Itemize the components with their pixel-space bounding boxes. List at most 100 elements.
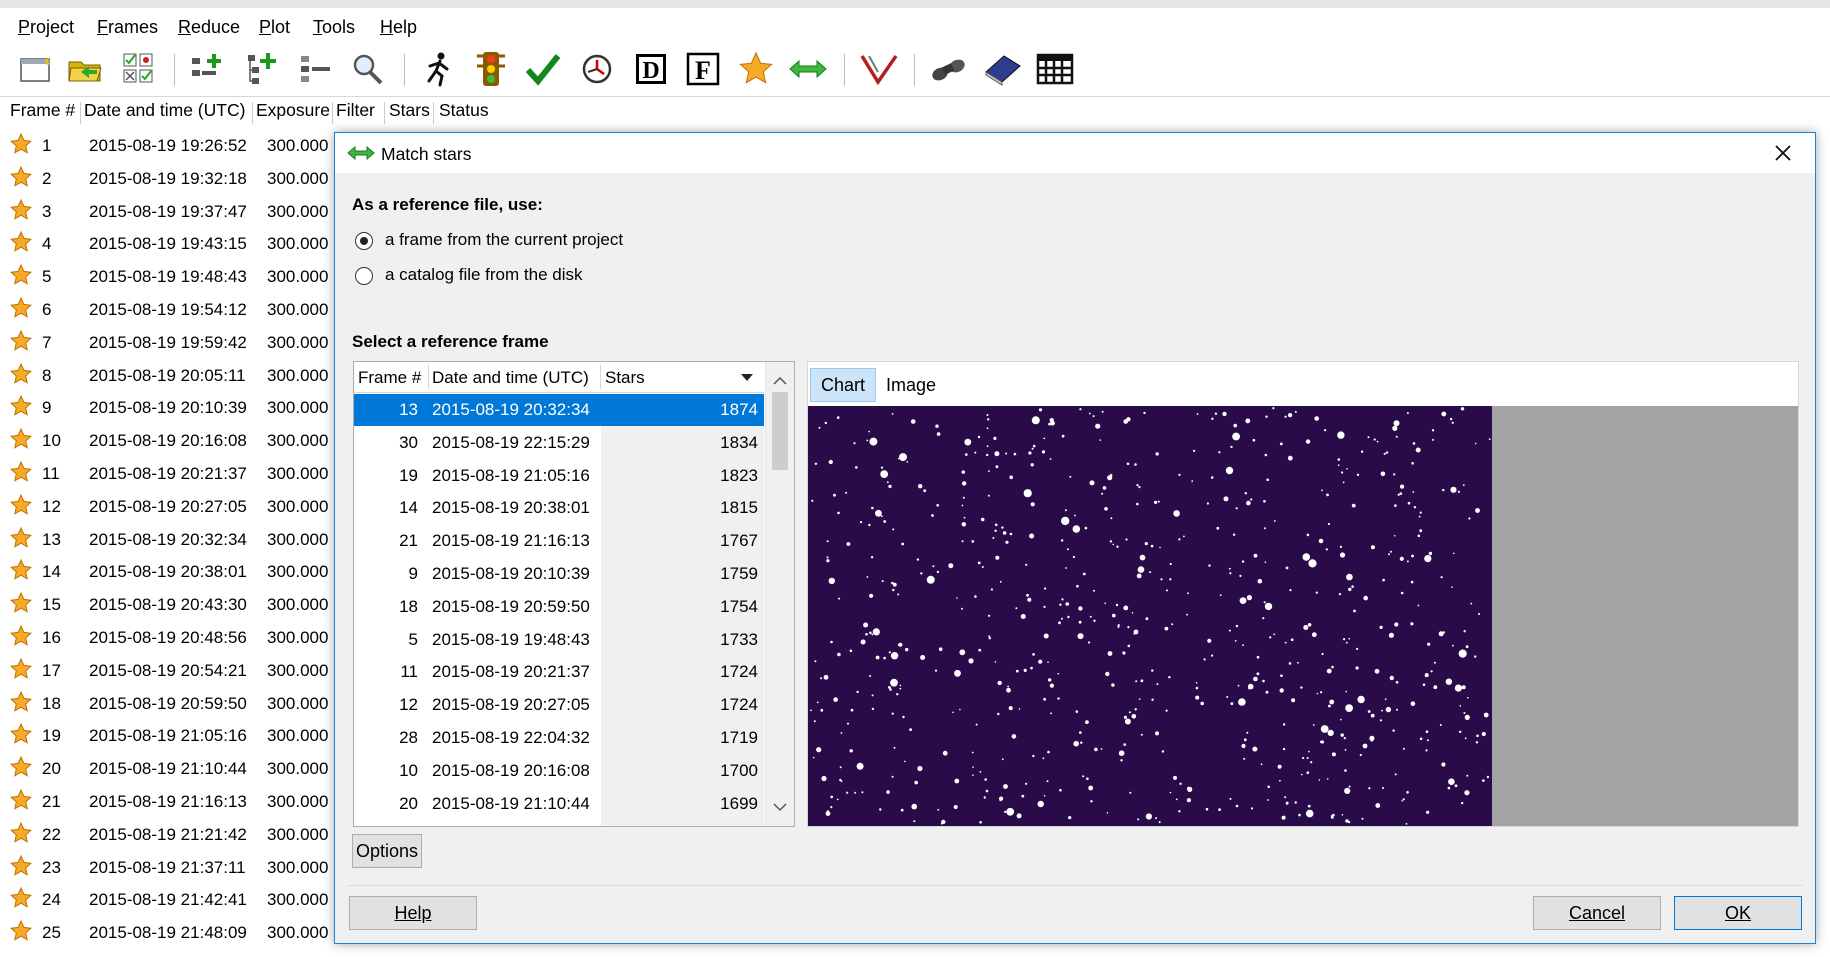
- new-project-icon[interactable]: [14, 50, 56, 88]
- list-header-stars[interactable]: Stars: [605, 368, 645, 388]
- table-row[interactable]: 16 2015-08-19 20:48:56 300.000: [0, 622, 340, 654]
- column-header-date[interactable]: Date and time (UTC): [84, 100, 245, 126]
- menu-reduce[interactable]: Reduce: [178, 17, 240, 38]
- ok-button[interactable]: OK: [1674, 896, 1802, 930]
- column-header-exposure[interactable]: Exposure: [256, 100, 330, 126]
- table-row[interactable]: 4 2015-08-19 19:43:15 300.000: [0, 228, 340, 260]
- help-button[interactable]: Help: [349, 896, 477, 930]
- menu-tools[interactable]: Tools: [313, 17, 355, 38]
- menu-frames[interactable]: Frames: [97, 17, 158, 38]
- table-row[interactable]: 13 2015-08-19 20:32:34 300.000: [0, 524, 340, 556]
- options-button[interactable]: Options: [352, 834, 422, 868]
- table-row[interactable]: 23 2015-08-19 21:37:11 300.000: [0, 852, 340, 884]
- table-row[interactable]: 6 2015-08-19 19:54:12 300.000: [0, 294, 340, 326]
- list-item[interactable]: 11 2015-08-19 20:21:37 1724: [354, 656, 764, 688]
- scroll-down-icon[interactable]: [773, 798, 787, 818]
- table-row[interactable]: 24 2015-08-19 21:42:41 300.000: [0, 884, 340, 916]
- table-row[interactable]: 9 2015-08-19 20:10:39 300.000: [0, 392, 340, 424]
- radio-frame-label[interactable]: a frame from the current project: [385, 230, 623, 250]
- list-header-frame[interactable]: Frame #: [358, 368, 421, 388]
- table-row[interactable]: 2 2015-08-19 19:32:18 300.000: [0, 163, 340, 195]
- list-item[interactable]: 19 2015-08-19 21:05:16 1823: [354, 460, 764, 492]
- checkmark-icon[interactable]: [522, 50, 564, 88]
- list-item[interactable]: 9 2015-08-19 20:10:39 1759: [354, 558, 764, 590]
- radio-catalog-label[interactable]: a catalog file from the disk: [385, 265, 582, 285]
- dark-frame-icon[interactable]: D: [630, 50, 672, 88]
- run-icon[interactable]: [417, 50, 459, 88]
- radio-frame-from-project[interactable]: [355, 232, 373, 250]
- table-row[interactable]: 15 2015-08-19 20:43:30 300.000: [0, 589, 340, 621]
- scroll-up-icon[interactable]: [773, 370, 787, 390]
- list-item[interactable]: 10 2015-08-19 20:16:08 1700: [354, 755, 764, 787]
- column-header-status[interactable]: Status: [439, 100, 489, 126]
- menu-project[interactable]: Project: [18, 17, 74, 38]
- table-row[interactable]: 11 2015-08-19 20:21:37 300.000: [0, 458, 340, 490]
- table-icon[interactable]: [1034, 50, 1076, 88]
- table-row[interactable]: 21 2015-08-19 21:16:13 300.000: [0, 786, 340, 818]
- table-row[interactable]: 12 2015-08-19 20:27:05 300.000: [0, 491, 340, 523]
- star-marker: [1262, 679, 1265, 683]
- table-row[interactable]: 25 2015-08-19 21:48:09 300.000: [0, 917, 340, 949]
- checklist-icon[interactable]: [118, 50, 160, 88]
- add-individual-frames-icon[interactable]: [241, 50, 283, 88]
- flat-frame-icon[interactable]: F: [682, 50, 724, 88]
- star-marker: [1483, 712, 1489, 718]
- list-item[interactable]: 5 2015-08-19 19:48:43 1733: [354, 624, 764, 656]
- column-header-stars[interactable]: Stars: [389, 100, 430, 126]
- list-item[interactable]: 12 2015-08-19 20:27:05 1724: [354, 689, 764, 721]
- list-item[interactable]: 28 2015-08-19 22:04:32 1719: [354, 722, 764, 754]
- table-row[interactable]: 3 2015-08-19 19:37:47 300.000: [0, 196, 340, 228]
- tab-image[interactable]: Image: [878, 368, 944, 402]
- table-row[interactable]: 1 2015-08-19 19:26:52 300.000: [0, 130, 340, 162]
- table-row[interactable]: 10 2015-08-19 20:16:08 300.000: [0, 425, 340, 457]
- star-marker: [913, 820, 916, 823]
- star-marker: [816, 747, 822, 753]
- star-marker: [883, 656, 886, 660]
- table-row[interactable]: 14 2015-08-19 20:38:01 300.000: [0, 556, 340, 588]
- cancel-button[interactable]: Cancel: [1533, 896, 1661, 930]
- match-stars-icon[interactable]: [787, 50, 829, 88]
- list-item[interactable]: 14 2015-08-19 20:38:01 1815: [354, 492, 764, 524]
- add-frames-icon[interactable]: [187, 50, 229, 88]
- table-row[interactable]: 5 2015-08-19 19:48:43 300.000: [0, 261, 340, 293]
- radio-catalog-file[interactable]: [355, 267, 373, 285]
- star-marker: [1144, 542, 1148, 546]
- table-row[interactable]: 22 2015-08-19 21:21:42 300.000: [0, 819, 340, 851]
- open-project-icon[interactable]: [64, 50, 106, 88]
- table-row[interactable]: 19 2015-08-19 21:05:16 300.000: [0, 720, 340, 752]
- scrollbar-thumb[interactable]: [772, 392, 788, 470]
- merge-icon[interactable]: [858, 50, 900, 88]
- column-header-frame[interactable]: Frame #: [10, 100, 75, 126]
- binoculars-icon[interactable]: [928, 50, 970, 88]
- star-marker: [1158, 821, 1161, 824]
- table-row[interactable]: 18 2015-08-19 20:59:50 300.000: [0, 688, 340, 720]
- list-item[interactable]: 13 2015-08-19 20:32:34 1874: [354, 394, 764, 426]
- menu-plot[interactable]: Plot: [259, 17, 290, 38]
- list-item[interactable]: 18 2015-08-19 20:59:50 1754: [354, 591, 764, 623]
- list-item[interactable]: 30 2015-08-19 22:15:29 1834: [354, 427, 764, 459]
- column-header-filter[interactable]: Filter: [336, 100, 375, 126]
- table-row[interactable]: 7 2015-08-19 19:59:42 300.000: [0, 327, 340, 359]
- tab-chart[interactable]: Chart: [810, 368, 876, 402]
- list-item[interactable]: 21 2015-08-19 21:16:13 1767: [354, 525, 764, 557]
- table-row[interactable]: 8 2015-08-19 20:05:11 300.000: [0, 360, 340, 392]
- close-icon[interactable]: [1771, 141, 1795, 165]
- search-icon[interactable]: [347, 50, 389, 88]
- list-scrollbar[interactable]: [765, 362, 794, 826]
- traffic-light-icon[interactable]: [470, 50, 512, 88]
- remove-frames-icon[interactable]: [295, 50, 337, 88]
- list-item[interactable]: 20 2015-08-19 21:10:44 1699: [354, 788, 764, 820]
- list-header-date[interactable]: Date and time (UTC): [432, 368, 589, 388]
- reference-frame-list[interactable]: Frame # Date and time (UTC) Stars 13 2015…: [353, 361, 795, 827]
- star-marker: [1337, 464, 1340, 466]
- menu-help[interactable]: Help: [380, 17, 417, 38]
- table-row[interactable]: 17 2015-08-19 20:54:21 300.000: [0, 655, 340, 687]
- clock-icon[interactable]: [576, 50, 618, 88]
- book-icon[interactable]: [981, 50, 1023, 88]
- frame-exposure: 300.000: [267, 890, 329, 910]
- star-marker: [1345, 704, 1353, 712]
- star-icon[interactable]: [735, 50, 777, 88]
- star-marker: [1061, 598, 1064, 601]
- star-marker: [1394, 622, 1399, 627]
- table-row[interactable]: 20 2015-08-19 21:10:44 300.000: [0, 753, 340, 785]
